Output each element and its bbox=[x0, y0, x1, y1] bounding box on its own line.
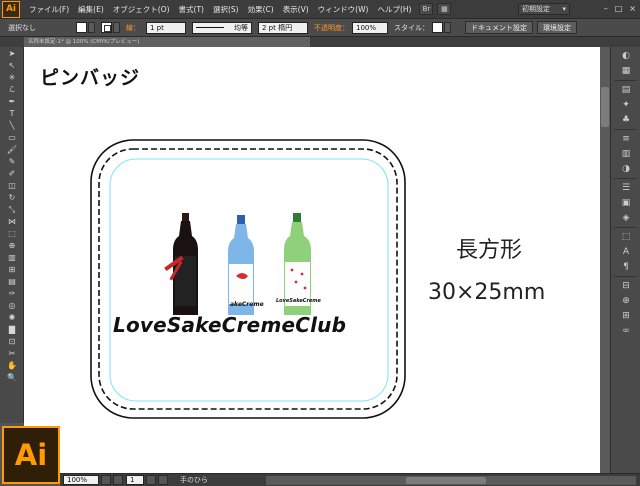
artboard-number-field[interactable]: 1 bbox=[126, 475, 144, 485]
links-panel-icon[interactable]: ∞ bbox=[616, 325, 636, 337]
previous-artboard-button[interactable] bbox=[113, 475, 123, 485]
color-guide-icon[interactable]: ▦ bbox=[616, 65, 636, 77]
brushes-panel-icon[interactable]: ✦ bbox=[616, 99, 636, 111]
color-panel-icon[interactable]: ◐ bbox=[616, 50, 636, 62]
layers-panel-icon[interactable]: ◈ bbox=[616, 212, 636, 224]
status-bar: 100% 1 手のひら bbox=[60, 473, 640, 486]
green-sake-bottle: LoveSakeCreme bbox=[276, 213, 322, 315]
graphic-styles-panel-icon[interactable]: ▣ bbox=[616, 197, 636, 209]
horizontal-scrollbar[interactable] bbox=[266, 476, 636, 485]
stroke-panel-icon[interactable]: ≡ bbox=[616, 133, 636, 145]
paragraph-panel-icon[interactable]: ¶ bbox=[616, 261, 636, 273]
transparency-panel-icon[interactable]: ◑ bbox=[616, 163, 636, 175]
zoom-field[interactable]: 100% bbox=[63, 475, 99, 485]
artboards-panel-icon[interactable]: ⬚ bbox=[616, 231, 636, 243]
vertical-scrollbar[interactable] bbox=[600, 47, 610, 473]
gradient-panel-icon[interactable]: ▥ bbox=[616, 148, 636, 160]
character-panel-icon[interactable]: A bbox=[616, 246, 636, 258]
size-label: 30×25mm bbox=[428, 280, 546, 305]
page-title: ピンバッジ bbox=[40, 67, 141, 89]
horizontal-scroll-thumb[interactable] bbox=[406, 477, 486, 484]
blue-sake-bottle: akeCreme bbox=[228, 215, 264, 315]
shape-label: 長方形 bbox=[456, 238, 523, 263]
black-sake-bottle bbox=[164, 213, 198, 315]
next-artboard-button[interactable] bbox=[146, 475, 156, 485]
illustrator-logo: Ai bbox=[2, 426, 60, 484]
first-artboard-button[interactable] bbox=[101, 475, 111, 485]
brand-logo-text: LoveSakeCremeClub bbox=[113, 313, 347, 337]
appearance-panel-icon[interactable]: ☰ bbox=[616, 182, 636, 194]
panel-dock: ◐ ▦ ▤ ✦ ♣ ≡ ▥ ◑ ☰ ▣ ◈ ⬚ A ¶ ⊟ ⊕ ⊞ ∞ bbox=[610, 47, 640, 473]
current-tool-label: 手のひら bbox=[180, 476, 208, 484]
green-bottle-label: LoveSakeCreme bbox=[276, 298, 322, 304]
align-panel-icon[interactable]: ⊟ bbox=[616, 280, 636, 292]
blue-bottle-label: akeCreme bbox=[230, 301, 264, 308]
pathfinder-panel-icon[interactable]: ⊕ bbox=[616, 295, 636, 307]
last-artboard-button[interactable] bbox=[158, 475, 168, 485]
symbols-panel-icon[interactable]: ♣ bbox=[616, 114, 636, 126]
swatches-panel-icon[interactable]: ▤ bbox=[616, 84, 636, 96]
transform-panel-icon[interactable]: ⊞ bbox=[616, 310, 636, 322]
vertical-scroll-thumb[interactable] bbox=[601, 87, 609, 127]
